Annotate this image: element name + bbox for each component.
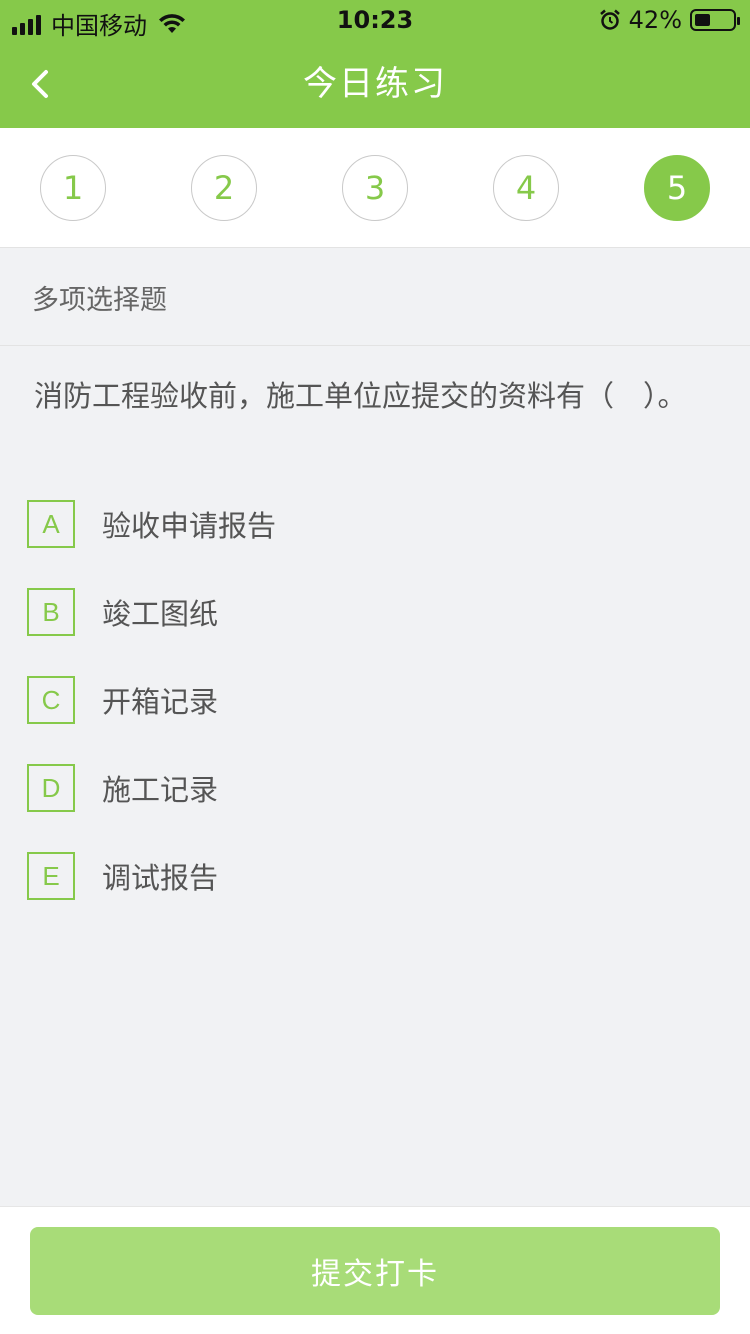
question-number-1[interactable]: 1 bbox=[40, 155, 106, 221]
option-letter[interactable]: E bbox=[27, 852, 75, 900]
option-c[interactable]: C 开箱记录 bbox=[27, 676, 717, 724]
option-text[interactable]: 验收申请报告 bbox=[102, 503, 276, 545]
submit-checkin-button[interactable]: 提交打卡 bbox=[30, 1227, 720, 1315]
option-letter[interactable]: D bbox=[27, 764, 75, 812]
option-letter[interactable]: B bbox=[27, 588, 75, 636]
option-text[interactable]: 调试报告 bbox=[102, 855, 218, 897]
option-b[interactable]: B 竣工图纸 bbox=[27, 588, 717, 636]
question-number-4[interactable]: 4 bbox=[493, 155, 559, 221]
page-title: 今日练习 bbox=[303, 64, 447, 104]
option-letter[interactable]: C bbox=[27, 676, 75, 724]
question-type: 多项选择题 bbox=[0, 248, 750, 346]
question-number-2[interactable]: 2 bbox=[191, 155, 257, 221]
option-d[interactable]: D 施工记录 bbox=[27, 764, 717, 812]
option-e[interactable]: E 调试报告 bbox=[27, 852, 717, 900]
question-number-strip: 1 2 3 4 5 bbox=[0, 128, 750, 248]
option-text[interactable]: 开箱记录 bbox=[102, 679, 218, 721]
battery-percent: 42% bbox=[628, 6, 682, 34]
option-text[interactable]: 竣工图纸 bbox=[102, 591, 218, 633]
option-a[interactable]: A 验收申请报告 bbox=[27, 500, 717, 548]
question-number-3[interactable]: 3 bbox=[342, 155, 408, 221]
battery-level bbox=[695, 14, 710, 26]
header: 中国移动 10:23 42% 今日练习 bbox=[0, 0, 750, 128]
question-number-5[interactable]: 5 bbox=[644, 155, 710, 221]
nav-bar: 今日练习 bbox=[0, 40, 750, 128]
status-bar: 中国移动 10:23 42% bbox=[0, 0, 750, 40]
option-text[interactable]: 施工记录 bbox=[102, 767, 218, 809]
alarm-icon bbox=[599, 9, 620, 30]
status-right: 42% bbox=[599, 6, 740, 34]
option-letter[interactable]: A bbox=[27, 500, 75, 548]
footer: 提交打卡 bbox=[0, 1206, 750, 1334]
battery-icon bbox=[690, 9, 740, 31]
question-text: 消防工程验收前，施工单位应提交的资料有（ ）。 bbox=[34, 379, 687, 413]
